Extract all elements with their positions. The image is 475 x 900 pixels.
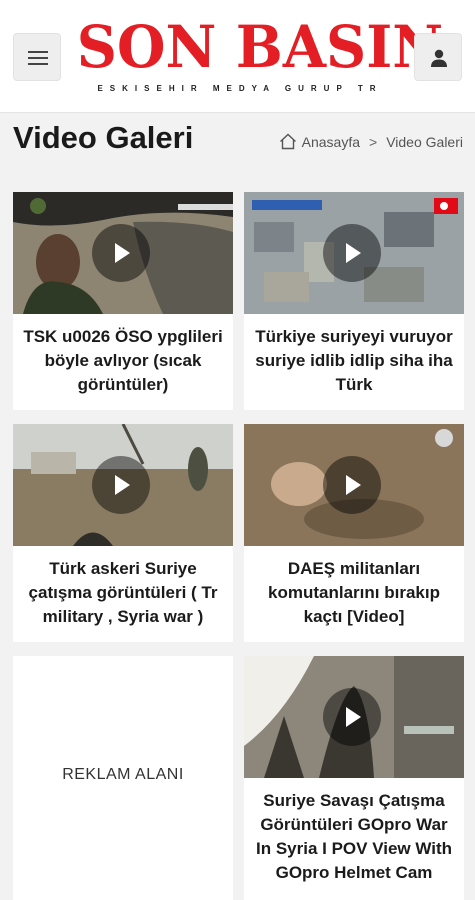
- breadcrumb: Anasayfa > Video Galeri: [279, 133, 463, 150]
- breadcrumb-separator: >: [369, 133, 378, 150]
- ad-slot: REKLAM ALANI: [13, 656, 233, 900]
- video-thumbnail[interactable]: [244, 656, 464, 778]
- video-card[interactable]: TSK u0026 ÖSO ypglileri böyle avlıyor (s…: [13, 192, 233, 410]
- menu-button[interactable]: [13, 33, 61, 81]
- video-title[interactable]: Türkiye suriyeyi vuruyor suriye idlib id…: [252, 325, 456, 397]
- video-card[interactable]: Türkiye suriyeyi vuruyor suriye idlib id…: [244, 192, 464, 410]
- play-icon[interactable]: [92, 224, 150, 282]
- breadcrumb-home-link[interactable]: Anasayfa: [302, 134, 360, 150]
- home-icon[interactable]: [279, 133, 297, 150]
- video-title[interactable]: Türk askeri Suriye çatışma görüntüleri (…: [21, 557, 225, 629]
- hamburger-icon-line: [28, 57, 48, 59]
- logo-text: SON BASIN: [76, 13, 444, 81]
- video-thumbnail[interactable]: [244, 192, 464, 314]
- video-thumbnail[interactable]: [13, 424, 233, 546]
- video-thumbnail[interactable]: [244, 424, 464, 546]
- play-icon[interactable]: [92, 456, 150, 514]
- ad-label: REKLAM ALANI: [62, 766, 184, 783]
- page-title: Video Galeri: [13, 120, 194, 155]
- logo-subtitle: ESKISEHIR MEDYA GURUP TR: [97, 84, 383, 93]
- play-icon[interactable]: [323, 456, 381, 514]
- video-card[interactable]: Türk askeri Suriye çatışma görüntüleri (…: [13, 424, 233, 642]
- user-button[interactable]: [414, 33, 462, 81]
- site-header: SON BASIN ESKISEHIR MEDYA GURUP TR: [0, 0, 475, 113]
- hamburger-icon: [28, 51, 48, 53]
- video-title[interactable]: TSK u0026 ÖSO ypglileri böyle avlıyor (s…: [21, 325, 225, 397]
- video-title[interactable]: DAEŞ militanları komutanlarını bırakıp k…: [252, 557, 456, 629]
- hamburger-icon-line: [28, 63, 48, 65]
- play-icon[interactable]: [323, 688, 381, 746]
- play-icon[interactable]: [323, 224, 381, 282]
- video-card[interactable]: DAEŞ militanları komutanlarını bırakıp k…: [244, 424, 464, 642]
- video-thumbnail[interactable]: [13, 192, 233, 314]
- breadcrumb-current: Video Galeri: [386, 133, 463, 150]
- video-title[interactable]: Suriye Savaşı Çatışma Görüntüleri GOpro …: [252, 789, 456, 885]
- site-logo[interactable]: SON BASIN ESKISEHIR MEDYA GURUP TR: [70, 13, 444, 98]
- user-icon: [431, 49, 447, 67]
- video-card[interactable]: Suriye Savaşı Çatışma Görüntüleri GOpro …: [244, 656, 464, 900]
